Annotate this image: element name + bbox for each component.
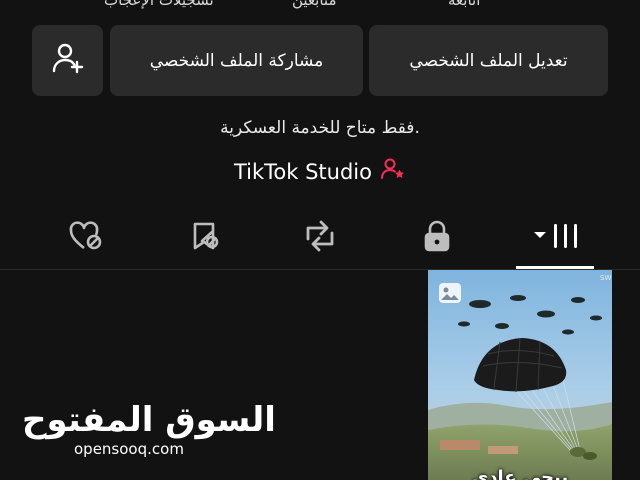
lock-icon [422,219,452,257]
tab-liked[interactable] [56,212,116,264]
edit-profile-label: تعديل الملف الشخصي [409,50,568,71]
likes-label[interactable]: تسجيلات الإعجاب [104,0,214,9]
add-user-icon [51,41,85,80]
repost-icon [302,219,338,257]
videos-grid-icon [528,219,582,257]
tab-favorites[interactable] [175,212,235,264]
favorites-hidden-icon [188,219,222,257]
tab-reposts[interactable] [290,212,350,264]
watermark-logo: السوق المفتوح [22,400,276,440]
followers-label[interactable]: متابعين [292,0,337,9]
tab-videos[interactable] [525,212,585,264]
share-profile-button[interactable]: مشاركة الملف الشخصي [110,25,363,96]
video-thumbnail[interactable]: SW ببجي عادي [428,270,612,480]
video-caption: ببجي عادي [471,467,569,480]
add-friend-button[interactable] [32,25,103,96]
edit-profile-button[interactable]: تعديل الملف الشخصي [369,25,608,96]
profile-bio: فقط متاح للخدمة العسكرية. [220,118,420,138]
profile-tab-bar [0,212,640,270]
share-profile-label: مشاركة الملف الشخصي [149,50,324,71]
user-star-icon [380,156,406,187]
liked-hidden-icon [67,219,105,257]
svg-text:SW: SW [600,274,611,282]
following-label[interactable]: أتابعة [448,0,480,9]
tab-private[interactable] [407,212,467,264]
tiktok-studio-label: TikTok Studio [233,159,372,184]
tiktok-studio-link[interactable]: TikTok Studio [0,156,640,187]
image-icon [438,282,462,308]
watermark-domain: opensooq.com [74,440,184,458]
